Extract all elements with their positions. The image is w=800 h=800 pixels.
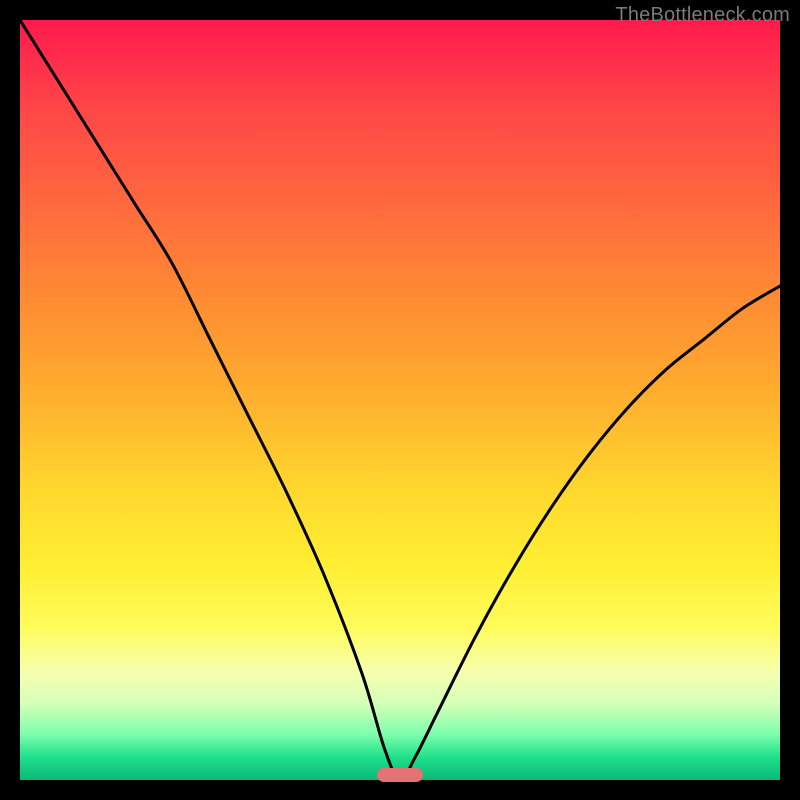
- optimal-marker: [377, 768, 423, 782]
- watermark-text: TheBottleneck.com: [615, 4, 790, 27]
- bottleneck-curve: [20, 20, 780, 780]
